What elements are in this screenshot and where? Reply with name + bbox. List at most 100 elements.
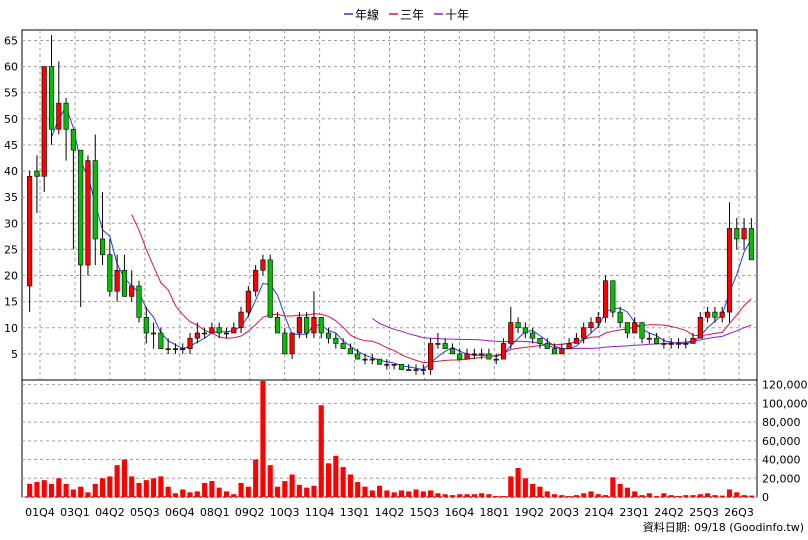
x-tick-label: 24Q2	[654, 506, 684, 519]
candle-body	[493, 358, 499, 361]
volume-bar	[245, 486, 251, 497]
volume-bar	[180, 489, 186, 497]
candle-body	[610, 280, 616, 313]
legend-label: 年線	[355, 7, 379, 22]
y-tick-label: 40	[4, 165, 18, 178]
candle-body	[245, 290, 251, 313]
x-tick-label: 20Q3	[549, 506, 579, 519]
candle-body	[581, 327, 587, 339]
volume-bar	[63, 483, 69, 497]
volume-bar	[748, 495, 754, 497]
candle-body	[304, 317, 310, 334]
volume-bar	[143, 480, 149, 497]
candle-body	[537, 337, 543, 344]
candle-body	[355, 353, 361, 360]
volume-bar	[48, 483, 55, 497]
volume-bar	[85, 492, 91, 497]
candle-body	[347, 348, 353, 355]
candle-body	[464, 353, 470, 360]
candle-body	[551, 348, 558, 355]
volume-bar	[690, 495, 696, 497]
volume-bar	[172, 493, 178, 497]
candle-body	[253, 269, 259, 292]
candle-body	[121, 269, 127, 297]
volume-bar	[413, 489, 419, 497]
volume-bar	[515, 467, 521, 497]
x-tick-label: 09Q2	[235, 506, 265, 519]
volume-bar	[129, 476, 135, 497]
volume-bar	[304, 487, 310, 497]
candle-body	[318, 317, 324, 334]
volume-bar	[464, 494, 470, 497]
volume-bar	[530, 483, 536, 497]
y-tick-label: 45	[4, 139, 18, 152]
volume-bar	[479, 493, 485, 497]
volume-bar	[734, 492, 740, 497]
volume-bar	[486, 494, 492, 497]
candle-body	[530, 332, 536, 339]
volume-bar	[705, 493, 711, 497]
volume-bar	[92, 483, 98, 497]
candle-body	[27, 175, 33, 287]
candle-body	[34, 170, 40, 177]
volume-bar	[428, 490, 434, 497]
candle-body	[107, 254, 113, 292]
volume-bar	[41, 480, 47, 497]
volume-bar	[573, 495, 579, 497]
candle-body	[573, 337, 579, 344]
y-tick-label: 20	[4, 270, 18, 283]
data-date-label: 資料日期: 09/18 (Goodinfo.tw)	[643, 520, 804, 534]
volume-bar	[420, 491, 426, 497]
candle-body	[668, 343, 674, 345]
y-tick-label: 35	[4, 191, 18, 204]
volume-bar	[151, 478, 157, 497]
x-tick-label: 23Q1	[619, 506, 649, 519]
volume-bar	[668, 495, 674, 497]
volume-bar	[493, 496, 499, 497]
y-tick-label: 55	[4, 87, 18, 100]
candle-body	[442, 343, 448, 349]
candle-body	[457, 353, 463, 360]
volume-bar	[99, 478, 106, 497]
volume-bar	[406, 491, 412, 497]
volume-bar	[442, 494, 448, 497]
legend-label: 三年	[400, 8, 424, 22]
candle-body	[260, 259, 266, 271]
volume-bar	[471, 494, 477, 497]
candle-body	[734, 228, 740, 240]
y-tick-label: 50	[4, 113, 18, 126]
candle-body	[282, 332, 288, 355]
volume-bar	[377, 485, 383, 497]
candle-body	[420, 369, 426, 371]
volume-bar	[603, 495, 609, 497]
candle-body	[500, 343, 507, 360]
volume-bar	[121, 459, 127, 497]
volume-bar	[566, 496, 572, 497]
x-tick-label: 10Q3	[270, 506, 300, 519]
volume-bar	[646, 493, 652, 497]
volume-bar	[209, 481, 215, 497]
volume-bar	[362, 486, 368, 497]
volume-bar	[522, 478, 528, 497]
candle-body	[289, 332, 295, 355]
candle-body	[209, 327, 215, 334]
volume-bar	[537, 486, 543, 497]
candle-body	[143, 317, 149, 334]
candle-body	[559, 348, 565, 355]
candle-body	[267, 259, 273, 318]
x-tick-label: 14Q2	[375, 506, 405, 519]
volume-bar	[683, 495, 689, 497]
volume-bar	[726, 489, 733, 497]
volume-bar	[231, 494, 237, 497]
volume-bar	[719, 495, 725, 497]
volume-bar	[398, 490, 404, 497]
candle-body	[486, 353, 492, 360]
candle-body	[377, 358, 383, 365]
volume-bar	[384, 490, 390, 497]
volume-bar	[661, 493, 667, 497]
volume-bar	[223, 491, 230, 497]
candle-body	[274, 317, 281, 334]
volume-bar	[216, 487, 222, 497]
volume-bar	[588, 491, 594, 497]
volume-bar	[78, 486, 84, 497]
